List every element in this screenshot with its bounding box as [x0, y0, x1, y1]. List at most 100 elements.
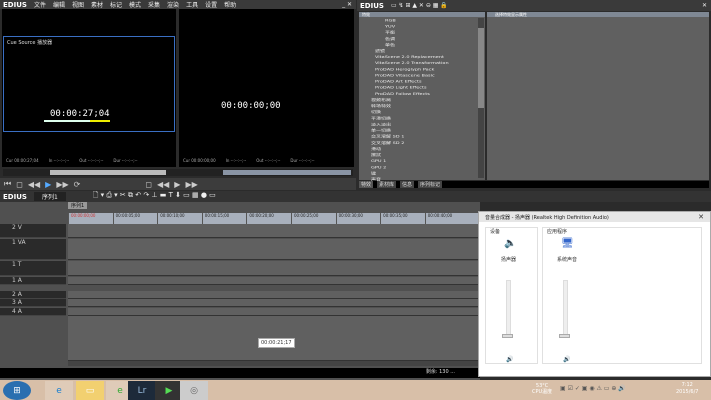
device-section: 设备 🔈 扬声器 🔊	[485, 227, 538, 364]
menu-marker[interactable]: 标记	[110, 0, 122, 9]
menu-settings[interactable]: 设置	[205, 0, 217, 9]
rec-stop-icon[interactable]: ◻	[145, 180, 152, 189]
applications-section: 应用程序 🖥 系统声音 🔊	[542, 227, 702, 364]
track-lane[interactable]	[68, 261, 480, 276]
loop-icon[interactable]: ⟳	[74, 180, 81, 189]
tab-bin[interactable]: 素材库	[377, 181, 397, 188]
ruler-tick: 00:00:10;00	[157, 213, 202, 224]
timeline-scrollbar[interactable]	[68, 361, 480, 366]
player-progress	[44, 120, 110, 122]
track-lane[interactable]	[68, 239, 480, 260]
track-header[interactable]: 2 V	[0, 224, 66, 238]
rec-play-icon[interactable]: ▶	[174, 180, 180, 189]
menu-file[interactable]: 文件	[34, 0, 46, 9]
apps-label: 应用程序	[547, 229, 568, 235]
time-ruler[interactable]: 00:00:00;00 00:00:05;00 00:00:10;00 00:00:1…	[68, 213, 480, 224]
ruler-tick: 00:00:40;00	[424, 213, 470, 224]
menu-view[interactable]: 视图	[72, 0, 84, 9]
tab-info[interactable]: 信息	[400, 181, 415, 188]
track-lane[interactable]	[68, 299, 480, 307]
timecode-tooltip: 00:00:21;17	[258, 338, 295, 348]
device-label: 设备	[490, 229, 501, 235]
player-cur: Cur 00:00:27;04	[6, 158, 39, 163]
ruler-tick: 00:00:25;00	[290, 213, 336, 224]
ruler-tick: 00:00:20;00	[246, 213, 291, 224]
track-header[interactable]: 4 A	[0, 308, 66, 316]
player-scrubber[interactable]	[50, 170, 166, 175]
track-header[interactable]: 1 A	[0, 277, 66, 285]
device-name[interactable]: 扬声器	[501, 256, 516, 263]
track-lane[interactable]	[68, 308, 480, 316]
device-volume-slider[interactable]	[506, 280, 511, 336]
recorder-monitor: 00:00:00;00 Cur 00:00:00;00 In --:--:--;-…	[179, 9, 354, 167]
player-out: Out --:--:--;--	[79, 158, 104, 163]
timeline-toolbar-icons[interactable]: 🗋 ▾ ⎙ ▾ ✂ ⧉ ↶ ↷ ⊥ ▬ T ⬇ ▭ ▦ ● ▭	[93, 191, 216, 202]
effect-toolbar-icons[interactable]: ▭ ↯ ⊞ ▲ ✕ ⊖ ▦ 🔒	[391, 2, 448, 9]
timeline-titlebar: EDIUS 序列1 🗋 ▾ ⎙ ▾ ✂ ⧉ ↶ ↷ ⊥ ▬ T ⬇ ▭ ▦ ● …	[0, 191, 711, 202]
start-button[interactable]: ⊞	[3, 381, 31, 400]
effects-property-panel: 选择特效显示属性	[487, 12, 709, 180]
taskbar-explorer[interactable]: ▭	[76, 381, 104, 400]
effects-titlebar: EDIUS ▭ ↯ ⊞ ▲ ✕ ⊖ ▦ 🔒 ✕	[357, 0, 711, 11]
player-monitor: Cue Source 播放器 00:00:27;04 Cur 00:00:27;…	[2, 9, 176, 167]
effects-tree: RGB YUV 平衡 色调 单色 滤镜 VitaScene 2.0 Replacement V…	[367, 18, 449, 183]
menu-help[interactable]: 帮助	[224, 0, 236, 9]
prev-icon[interactable]: ⏮	[4, 179, 11, 189]
menu-edit[interactable]: 编辑	[53, 0, 65, 9]
recorder-out: Out --:--:--;--	[256, 158, 281, 163]
recorder-dur: Dur --:--:--;--	[290, 158, 315, 163]
transport-controls: ⏮ ◻ ◀◀ ▶ ▶▶ ⟳ ◻ ◀◀ ▶ ▶▶	[0, 178, 356, 190]
effects-tree-panel: 特效 RGB YUV 平衡 色调 单色 滤镜 VitaScene 2.0 Replaceme…	[359, 12, 485, 183]
menu-mode[interactable]: 模式	[129, 0, 141, 9]
recorder-cur: Cur 00:00:00;00	[183, 158, 216, 163]
app-volume-slider[interactable]	[563, 280, 568, 336]
track-header[interactable]: 1 T	[0, 261, 66, 276]
track-header[interactable]: 2 A	[0, 291, 66, 299]
recorder-scrubber[interactable]	[223, 170, 351, 175]
menu-tools[interactable]: 工具	[186, 0, 198, 9]
menu-render[interactable]: 渲染	[167, 0, 179, 9]
menu-bar: EDIUS 文件 编辑 视图 素材 标记 模式 采集 渲染 工具 设置 帮助 _…	[0, 0, 356, 9]
clock[interactable]: 7:12 2015/6/7	[676, 382, 698, 396]
ffwd-icon[interactable]: ▶▶	[56, 180, 68, 189]
track-lane[interactable]	[68, 277, 480, 285]
tab-markers[interactable]: 序列标记	[418, 181, 443, 188]
play-icon[interactable]: ▶	[45, 180, 51, 189]
player-frame: Cue Source 播放器 00:00:27;04	[3, 36, 175, 132]
sequence-name: 序列1	[33, 192, 66, 201]
close-icon[interactable]: ✕	[702, 2, 711, 9]
tray-icons[interactable]: ▣ ☑ ✓ ▣ ◉ ⚠ ▭ ⊕ 🔊	[560, 385, 626, 392]
player-dur: Dur --:--:--;--	[113, 158, 138, 163]
sequence-tab[interactable]: 序列1	[68, 202, 88, 209]
close-button[interactable]: ✕	[698, 213, 704, 221]
app-mute-icon[interactable]: 🔊	[563, 356, 570, 363]
menu-capture[interactable]: 采集	[148, 0, 160, 9]
taskbar-app[interactable]: ◎	[180, 381, 208, 400]
rewind-icon[interactable]: ◀◀	[28, 180, 40, 189]
tree-scrollbar[interactable]	[478, 18, 484, 178]
tab-effects[interactable]: 特效	[359, 181, 374, 188]
track-header[interactable]: 1 VA	[0, 239, 66, 260]
track-lane[interactable]	[68, 224, 480, 238]
device-slider-thumb[interactable]	[502, 334, 513, 338]
app-name: 系统声音	[557, 257, 578, 263]
track-lane[interactable]	[68, 291, 480, 299]
device-mute-icon[interactable]: 🔊	[506, 356, 513, 363]
taskbar-lightroom[interactable]: Lr	[128, 381, 156, 400]
taskbar-ie[interactable]: e	[45, 381, 73, 400]
shuttle-bar[interactable]	[3, 169, 353, 176]
effects-header: 特效	[359, 12, 485, 17]
menu-clip[interactable]: 素材	[91, 0, 103, 9]
stop-icon[interactable]: ◻	[16, 180, 23, 189]
taskbar-edius[interactable]: ▶	[155, 381, 183, 400]
system-sounds-icon: 🖥	[561, 238, 574, 249]
player-timecode: 00:00:27;04	[50, 109, 110, 119]
recorder-in: In --:--:--;--	[225, 158, 247, 163]
properties-header: 选择特效显示属性	[487, 12, 709, 17]
track-header[interactable]: 3 A	[0, 299, 66, 307]
app-slider-thumb[interactable]	[559, 334, 570, 338]
close-icon[interactable]: _ ✕	[342, 1, 356, 8]
rec-ffwd-icon[interactable]: ▶▶	[185, 180, 197, 189]
rec-rewind-icon[interactable]: ◀◀	[157, 180, 169, 189]
status-bar: 剩余: 130 ...	[0, 368, 480, 378]
